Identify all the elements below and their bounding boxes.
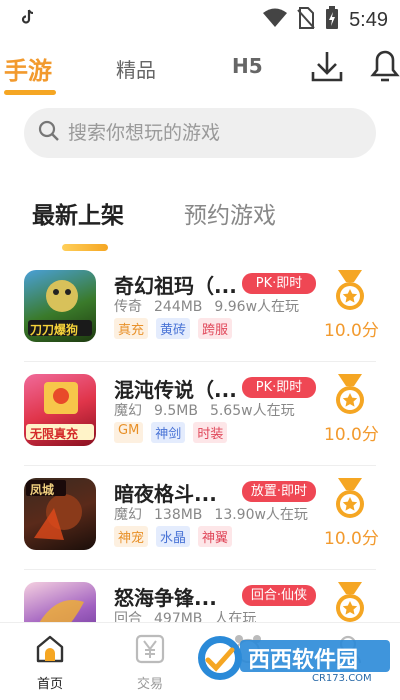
game-score: 10.0分 — [324, 321, 379, 341]
game-thumbnail[interactable]: 无限真充 — [24, 374, 96, 446]
game-players: 9.96w人在玩 — [214, 299, 300, 315]
watermark-subtext: CR173.COM — [312, 673, 372, 684]
thumbnail-caption: 无限真充 — [30, 427, 79, 441]
game-score: 10.0分 — [324, 425, 379, 445]
game-players: 5.65w人在玩 — [209, 403, 295, 419]
wifi-icon — [263, 8, 288, 32]
thumbnail-caption: 凤城 — [30, 483, 55, 497]
game-name: 混沌传说（... — [114, 378, 237, 402]
game-list-item[interactable]: 刀刀爆狗 奇幻祖玛（... PK·即时 传奇 244MB 9.96w人在玩 真充 黄… — [0, 258, 400, 362]
subtab-indicator — [62, 244, 108, 251]
battery-icon — [325, 6, 339, 34]
nav-home-label: 首页 — [36, 677, 63, 692]
game-tags: 神宠 水晶 神翼 — [114, 526, 233, 547]
game-size: 9.5MB — [154, 403, 198, 419]
top-tab-bar: 手游 精品 H5 — [0, 40, 400, 96]
game-tag: 神剑 — [151, 422, 186, 443]
game-tag: 时装 — [193, 422, 228, 443]
bell-icon[interactable] — [370, 48, 400, 88]
game-size: 244MB — [154, 299, 203, 315]
game-tags: 真充 黄砖 跨服 — [114, 318, 233, 339]
game-name: 怒海争锋... — [114, 586, 217, 610]
game-tag: 真充 — [114, 318, 149, 339]
medal-icon — [332, 476, 368, 526]
game-name: 暗夜格斗... — [114, 482, 217, 506]
search-icon — [38, 120, 60, 146]
yen-icon — [134, 634, 166, 669]
status-bar: 5:49 — [0, 0, 400, 36]
medal-icon — [332, 268, 368, 318]
nav-trade-label: 交易 — [136, 677, 163, 692]
home-icon — [34, 635, 66, 669]
game-thumbnail[interactable]: 刀刀爆狗 — [24, 270, 96, 342]
game-list-item[interactable]: 凤城 暗夜格斗... 放置·即时 魔幻 138MB 13.90w人在玩 神宠 水晶 … — [0, 466, 400, 570]
game-list: 刀刀爆狗 奇幻祖玛（... PK·即时 传奇 244MB 9.96w人在玩 真充 黄… — [0, 258, 400, 674]
watermark-text: 西西软件园 — [248, 648, 359, 673]
game-list-item[interactable]: 无限真充 混沌传说（... PK·即时 魔幻 9.5MB 5.65w人在玩 GM 神… — [0, 362, 400, 466]
medal-icon — [332, 372, 368, 422]
download-icon[interactable] — [310, 48, 344, 88]
tab-h5[interactable]: H5 — [232, 54, 263, 78]
active-tab-indicator — [4, 90, 56, 95]
thumbnail-caption: 刀刀爆狗 — [30, 323, 79, 337]
game-meta: 魔幻 9.5MB 5.65w人在玩 — [114, 400, 307, 420]
search-input[interactable] — [68, 122, 358, 144]
game-category-badge: PK·即时 — [242, 377, 316, 398]
game-tag: 水晶 — [156, 526, 191, 547]
no-sim-icon — [297, 7, 315, 33]
game-tags: GM 神剑 时装 — [114, 422, 228, 443]
game-tag: 神翼 — [198, 526, 233, 547]
nav-home[interactable]: 首页 — [20, 633, 80, 692]
game-category-badge: 放置·即时 — [242, 481, 316, 502]
game-tag: 跨服 — [198, 318, 233, 339]
game-category-badge: PK·即时 — [242, 273, 316, 294]
game-category-badge: 回合·仙侠 — [242, 585, 316, 606]
game-players: 13.90w人在玩 — [214, 507, 308, 523]
game-size: 138MB — [154, 507, 203, 523]
watermark-logo: 西西软件园 CR173.COM — [194, 630, 394, 686]
game-meta: 传奇 244MB 9.96w人在玩 — [114, 296, 311, 316]
game-tag: 黄砖 — [156, 318, 191, 339]
subtab-reservations[interactable]: 预约游戏 — [184, 196, 276, 230]
game-tag: 神宠 — [114, 526, 149, 547]
subtab-new-releases[interactable]: 最新上架 — [32, 196, 124, 230]
game-name: 奇幻祖玛（... — [114, 274, 237, 298]
game-tag: GM — [114, 422, 144, 443]
game-genre: 传奇 — [114, 299, 142, 315]
tab-featured[interactable]: 精品 — [116, 54, 156, 83]
clock-time: 5:49 — [349, 8, 388, 31]
game-score: 10.0分 — [324, 529, 379, 549]
nav-trade[interactable]: 交易 — [120, 633, 180, 692]
game-thumbnail[interactable]: 凤城 — [24, 478, 96, 550]
tab-mobile-games[interactable]: 手游 — [4, 51, 52, 86]
game-meta: 魔幻 138MB 13.90w人在玩 — [114, 504, 320, 524]
tiktok-icon — [20, 9, 34, 29]
game-genre: 魔幻 — [114, 403, 142, 419]
game-genre: 魔幻 — [114, 507, 142, 523]
search-bar[interactable] — [24, 108, 376, 158]
